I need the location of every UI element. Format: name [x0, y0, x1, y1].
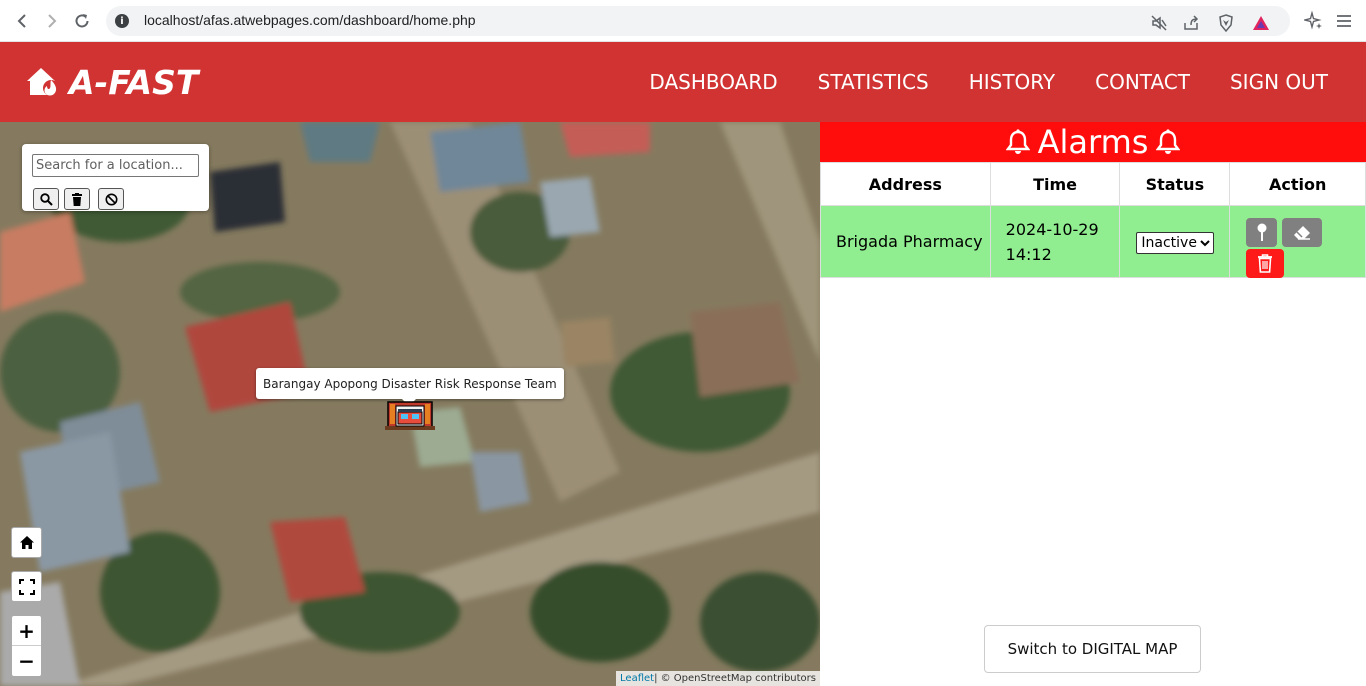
arrow-right-icon	[48, 14, 57, 28]
satellite-map[interactable]: + − Barangay Apopong Disaster Risk Respo…	[0, 122, 820, 686]
reload-icon	[75, 14, 89, 28]
zoom-out-button[interactable]: −	[12, 646, 41, 676]
nav-dashboard[interactable]: DASHBOARD	[649, 70, 777, 94]
nav-contact[interactable]: CONTACT	[1095, 70, 1190, 94]
clear-search-button[interactable]	[64, 188, 90, 210]
trash-icon	[1258, 253, 1273, 273]
search-button[interactable]	[33, 188, 59, 210]
url-text[interactable]: localhost/afas.atwebpages.com/dashboard/…	[144, 12, 476, 28]
search-icon	[39, 192, 53, 206]
home-view-button[interactable]	[11, 527, 42, 558]
app-header: A-FAST DASHBOARD STATISTICS HISTORY CONT…	[0, 42, 1366, 122]
alarms-title: Alarms	[1037, 123, 1149, 161]
brave-shield-icon[interactable]	[1217, 14, 1235, 32]
audio-muted-icon[interactable]	[1150, 14, 1168, 32]
home-icon	[19, 536, 34, 549]
menu-icon[interactable]	[1334, 11, 1354, 31]
table-row: Brigada Pharmacy 2024-10-29 14:12 Inacti…	[820, 205, 1366, 278]
bell-icon	[1156, 129, 1181, 154]
logo-text: A-FAST	[69, 62, 199, 102]
brave-rewards-icon[interactable]	[1252, 14, 1270, 32]
location-search-input[interactable]	[32, 154, 199, 177]
address-bar[interactable]: i localhost/afas.atwebpages.com/dashboar…	[106, 6, 1290, 36]
alarms-header: Alarms	[820, 122, 1366, 162]
column-header-action: Action	[1229, 162, 1366, 206]
logo[interactable]: A-FAST	[25, 62, 199, 102]
column-header-time: Time	[989, 162, 1121, 206]
zoom-in-button[interactable]: +	[12, 616, 41, 646]
zoom-control: + −	[11, 615, 42, 677]
column-header-address: Address	[820, 162, 991, 206]
location-search-box	[22, 144, 209, 211]
action-cell	[1229, 205, 1366, 278]
fire-station-marker-icon[interactable]	[385, 400, 435, 430]
time-cell: 2024-10-29 14:12	[989, 205, 1121, 278]
erase-button[interactable]	[1282, 217, 1323, 247]
alarms-panel: Alarms Address Time Status Action Brigad…	[820, 122, 1366, 686]
marker-tooltip: Barangay Apopong Disaster Risk Response …	[256, 368, 564, 399]
map-attribution: Leaflet | © OpenStreetMap contributors	[616, 671, 820, 686]
browser-toolbar: i localhost/afas.atwebpages.com/dashboar…	[0, 0, 1366, 42]
bell-icon	[1005, 129, 1030, 154]
leo-ai-icon[interactable]	[1304, 11, 1324, 31]
forward-button[interactable]	[40, 9, 64, 33]
map-pin-icon	[1257, 223, 1267, 241]
fullscreen-icon	[18, 578, 35, 595]
cancel-search-button[interactable]	[98, 188, 124, 210]
address-cell: Brigada Pharmacy	[820, 205, 991, 278]
delete-button[interactable]	[1246, 248, 1285, 278]
share-icon[interactable]	[1182, 14, 1200, 32]
status-select[interactable]: Inactive	[1136, 232, 1215, 254]
back-button[interactable]	[10, 9, 34, 33]
arrow-left-icon	[17, 14, 26, 28]
eraser-icon	[1294, 225, 1311, 240]
table-header-row: Address Time Status Action	[820, 162, 1366, 206]
main-nav: DASHBOARD STATISTICS HISTORY CONTACT SIG…	[649, 70, 1328, 94]
ban-icon	[105, 193, 117, 205]
alarms-table: Address Time Status Action Brigada Pharm…	[820, 162, 1366, 278]
nav-statistics[interactable]: STATISTICS	[818, 70, 929, 94]
switch-map-button[interactable]: Switch to DIGITAL MAP	[984, 625, 1201, 673]
action-buttons	[1246, 212, 1365, 278]
column-header-status: Status	[1119, 162, 1231, 206]
locate-button[interactable]	[1246, 217, 1278, 247]
status-cell: Inactive	[1119, 205, 1231, 278]
attribution-text: | © OpenStreetMap contributors	[654, 673, 816, 684]
leaflet-link[interactable]: Leaflet	[620, 673, 654, 684]
house-fire-icon	[27, 68, 59, 96]
nav-sign-out[interactable]: SIGN OUT	[1230, 70, 1328, 94]
trash-icon	[72, 192, 82, 206]
reload-button[interactable]	[70, 9, 94, 33]
info-icon[interactable]: i	[115, 14, 129, 28]
nav-history[interactable]: HISTORY	[969, 70, 1055, 94]
fullscreen-button[interactable]	[11, 571, 42, 602]
